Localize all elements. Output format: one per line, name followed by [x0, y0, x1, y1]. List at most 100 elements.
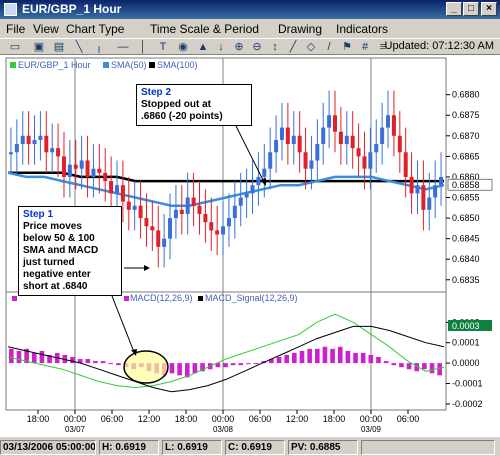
step1-line: below 50 & 100 [23, 233, 95, 244]
status-empty [361, 440, 495, 455]
menu-bar: File View Chart Type Time Scale & Period… [0, 19, 500, 38]
macd-bar [437, 363, 442, 376]
candle-body [203, 213, 208, 223]
macd-panel-frame [5, 291, 447, 411]
candle-body [232, 205, 237, 219]
close-button[interactable]: × [481, 2, 497, 16]
macd-bar [93, 361, 98, 364]
print-icon[interactable]: ▭ [8, 40, 22, 54]
candle-body [185, 197, 190, 214]
macd-bar [322, 346, 328, 364]
arrow-down-icon[interactable]: ↓ [214, 40, 228, 54]
candle-body [91, 168, 96, 177]
circle-icon[interactable]: ◉ [176, 40, 190, 54]
macd-bar [238, 363, 244, 366]
menu-drawing[interactable]: Drawing [278, 22, 322, 36]
candle-body [26, 135, 31, 145]
candle-body [433, 185, 438, 198]
price-tick-label: 0.6835 [452, 275, 480, 285]
candle-body [226, 218, 231, 227]
macd-bar [276, 357, 282, 364]
macd-bar [307, 348, 312, 364]
pointer-icon[interactable]: ╷ [92, 40, 106, 54]
step1-line: short at .6840 [23, 281, 88, 292]
macd-tick-label: -0.0002 [452, 399, 483, 409]
candle-body [333, 115, 337, 132]
candle-body [44, 135, 49, 153]
candle-body [427, 197, 432, 210]
macd-bar [353, 352, 358, 364]
arrow-up-icon[interactable]: ▲ [196, 40, 210, 54]
text-icon[interactable]: T [156, 40, 170, 54]
chart-area[interactable]: 0.6880 0.6875 0.6870 0.6865 0.6860 0.6855 0.68… [0, 56, 500, 436]
macd-bar [169, 363, 175, 374]
candle-body [409, 176, 414, 194]
menu-file[interactable]: File [6, 22, 25, 36]
price-tick-label: 0.6855 [452, 193, 480, 203]
menu-chart-type[interactable]: Chart Type [66, 22, 124, 36]
candle-body [439, 176, 444, 186]
vertical-line-icon[interactable]: │ [136, 40, 150, 54]
candle-body [221, 226, 226, 235]
zoom-out-icon[interactable]: ⊖ [250, 40, 264, 54]
legend-sma50: SMA(50) [111, 60, 147, 70]
candle-body [209, 222, 214, 231]
trend-icon[interactable]: ╱ [286, 40, 300, 54]
candle-body [191, 197, 196, 206]
macd-bar [16, 350, 22, 364]
macd-bar [299, 350, 305, 364]
status-bar: 03/13/2006 05:00:00 H: 0.6919 L: 0.6919 … [0, 436, 500, 456]
signal-icon[interactable]: / [322, 40, 336, 54]
time-tick-label: 06:00 [397, 414, 420, 424]
candle-body [85, 160, 90, 177]
candle-body [403, 152, 408, 177]
menu-time-scale[interactable]: Time Scale & Period [150, 22, 259, 36]
maximize-button[interactable]: □ [463, 2, 479, 16]
app-icon [4, 3, 17, 16]
price-tick-label: 0.6880 [452, 90, 480, 100]
macd-bar [223, 363, 228, 368]
candle-body [162, 238, 167, 247]
candle-body [103, 172, 108, 182]
candle-body [415, 185, 420, 194]
candle-body [250, 185, 255, 194]
scroll-icon[interactable]: ↕ [268, 40, 282, 54]
macd-bar [368, 354, 374, 364]
zoom-in-icon[interactable]: ⊕ [232, 40, 246, 54]
grid-icon[interactable]: # [358, 40, 372, 54]
horizontal-line-icon[interactable]: — [116, 40, 130, 54]
step2-callout: Step 2 Stopped out at .6860 (-20 points) [136, 84, 252, 126]
candle-body [56, 148, 61, 157]
minimize-button[interactable]: _ [446, 2, 462, 16]
time-tick-label: 00:00 [360, 414, 383, 424]
macd-bar [399, 363, 404, 368]
chart-icon[interactable]: ▤ [52, 40, 66, 54]
current-price-label: 0.6858 [452, 180, 480, 190]
step1-line: just turned [23, 257, 75, 268]
menu-view[interactable]: View [33, 22, 59, 36]
candle-body [303, 152, 308, 169]
macd-bar [376, 357, 381, 364]
candle-body [350, 135, 355, 149]
macd-bar [100, 361, 106, 364]
price-tick-label: 0.6870 [452, 131, 480, 141]
fib-icon[interactable]: ◇ [304, 40, 318, 54]
candle-body [309, 160, 314, 169]
candle-body [268, 152, 273, 169]
step1-line: negative enter [23, 269, 91, 280]
candle-body [215, 230, 220, 235]
save-icon[interactable]: ▣ [32, 40, 46, 54]
macd-bar [9, 348, 14, 364]
candle-body [38, 135, 43, 140]
flag-icon[interactable]: ⚑ [340, 40, 354, 54]
macd-tick-label: 0.0001 [452, 338, 480, 348]
status-close: C: 0.6919 [225, 440, 285, 455]
line-tool-icon[interactable]: ╲ [72, 40, 86, 54]
updated-time: Updated: 07:12:30 AM [384, 40, 494, 52]
menu-indicators[interactable]: Indicators [336, 22, 388, 36]
price-tick-label: 0.6875 [452, 110, 480, 120]
crossover-highlight [123, 350, 169, 384]
candle-body [67, 164, 72, 177]
macd-bar [391, 363, 397, 366]
candle-body [238, 197, 243, 206]
